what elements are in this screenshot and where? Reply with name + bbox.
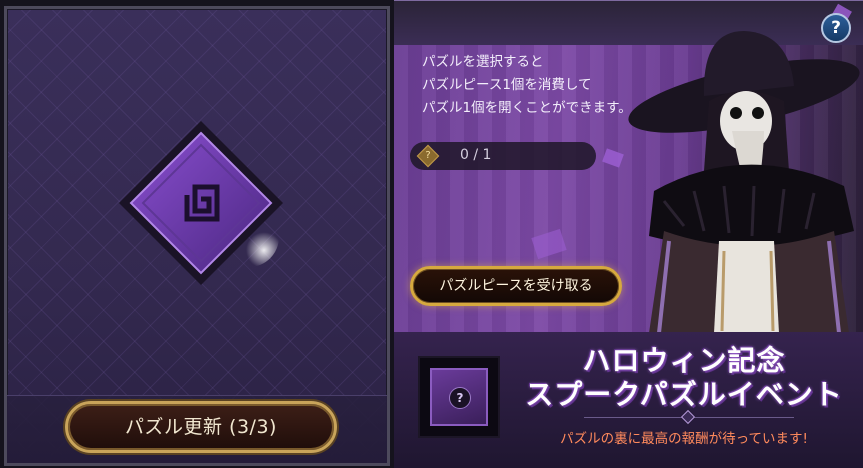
reward-icon-frame[interactable]: ? [418,356,500,438]
puzzle-refresh-button[interactable]: パズル更新 (3/3) [65,401,337,453]
puzzle-tile-icon[interactable] [117,119,285,287]
event-title-line: ハロウィン記念 [582,344,786,377]
reward-card: ? [430,368,488,426]
piece-counter: ? 0 / 1 [410,142,596,170]
instruction-text: パズルを選択すると パズルピース1個を消費して パズル1個を開くことができます。 [422,51,632,120]
question-icon: ? [449,387,471,409]
instruction-line: パズル1個を開くことができます。 [422,100,632,116]
receive-pieces-button[interactable]: パズルピースを受け取る [410,266,622,306]
piece-count-value: 0 / 1 [460,147,492,163]
confetti-decoration [531,228,567,260]
puzzle-piece-icon: ? [416,144,440,168]
help-icon[interactable]: ? [821,13,851,43]
event-title: ハロウィン記念 スプークパズルイベント [524,344,844,412]
plague-doctor-character [628,31,860,332]
instruction-line: パズルを選択すると [422,54,544,70]
confetti-decoration [602,148,624,168]
instruction-line: パズルピース1個を消費して [422,77,592,93]
divider-gem-icon [680,409,696,425]
puzzle-board-panel: パズル更新 (3/3) [4,6,390,466]
event-subtitle: パズルの裏に最高の報酬が待っています! [560,431,808,447]
event-banner: ? ハロウィン記念 スプークパズルイベント パズルの裏に最高の報酬が待っています… [394,332,863,468]
event-title-line: スプークパズルイベント [525,378,843,411]
event-info-panel: パズルを選択すると パズルピース1個を消費して パズル1個を開くことができます。… [394,0,863,332]
